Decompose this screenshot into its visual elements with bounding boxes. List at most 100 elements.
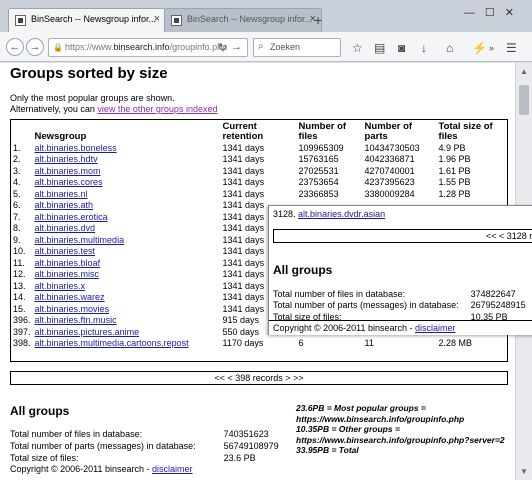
- newsgroup-link-td: alt.binaries.erotica: [33, 211, 221, 223]
- parts-cell: 4237395623: [364, 177, 415, 188]
- files-cell-td: 109965309: [297, 142, 363, 154]
- formula-line: 10.35PB = Other groups =: [296, 424, 400, 434]
- overflow-chevron-icon[interactable]: »: [489, 43, 494, 53]
- newsgroup-link[interactable]: alt.binaries.hdtv: [35, 154, 98, 164]
- newsgroup-link[interactable]: alt.binaries.cores: [35, 177, 103, 187]
- retention-cell: 1341 days: [222, 269, 265, 280]
- col-parts: Number of parts: [364, 121, 413, 142]
- reload-icon[interactable]: ↻: [218, 41, 227, 54]
- newsgroup-link-td: alt.binaries.pictures.anime: [33, 326, 221, 338]
- menu-icon[interactable]: ☰: [506, 41, 517, 55]
- size-cell: 1.55 PB: [438, 177, 471, 188]
- newsgroup-link-td: alt.binaries.misc: [33, 269, 221, 281]
- close-tab-icon[interactable]: ×: [154, 13, 160, 25]
- intro-text: Only the most popular groups are shown. …: [10, 93, 217, 115]
- newsgroup-link[interactable]: alt.binaries.multimedia: [35, 235, 125, 245]
- files-cell: 6: [298, 338, 304, 349]
- tab-active[interactable]: BinSearch -- Newsgroup infor... ×: [8, 8, 166, 32]
- row-number-td: 11.: [11, 257, 33, 269]
- binsearch-favicon-icon: [171, 15, 182, 26]
- newsgroup-link[interactable]: alt.binaries.dvdr.asian: [298, 209, 385, 219]
- row-number: 12.: [13, 269, 26, 280]
- newsgroup-link[interactable]: alt.binaries.x: [35, 281, 86, 291]
- size-cell: 4.9 PB: [438, 142, 466, 153]
- newsgroup-link[interactable]: alt.binaries.ath: [35, 200, 94, 210]
- window-controls-icon[interactable]: —☐✕: [464, 6, 524, 19]
- parts-cell-td: 10434730503: [363, 142, 437, 154]
- retention-cell: 915 days: [222, 315, 260, 326]
- tab-inactive[interactable]: BinSearch -- Newsgroup infor... ×: [164, 8, 322, 32]
- scrollbar-thumb[interactable]: [519, 85, 529, 115]
- disclaimer-link[interactable]: disclaimer: [415, 323, 456, 333]
- newsgroup-link[interactable]: alt.binaries.warez: [35, 292, 105, 302]
- back-button[interactable]: ←: [6, 38, 24, 56]
- forward-button[interactable]: →: [26, 38, 44, 56]
- overlay-table-row: 3128. alt.binaries.dvdr.asian: [273, 209, 385, 219]
- pocket-icon[interactable]: ◙: [398, 41, 405, 55]
- search-input[interactable]: ⌕ Zoeken: [253, 38, 341, 57]
- retention-cell: 1341 days: [222, 165, 265, 176]
- row-number: 3.: [13, 165, 21, 176]
- row-number: 396.: [13, 315, 31, 326]
- files-cell-td: 23753654: [297, 177, 363, 189]
- files-cell: 109965309: [298, 142, 344, 153]
- newsgroup-link[interactable]: alt.binaries.nl: [35, 189, 88, 199]
- overlay-copyright: Copyright © 2006-2011 binsearch - discla…: [273, 323, 456, 333]
- other-groups-link[interactable]: view the other groups indexed: [97, 104, 217, 114]
- newsgroup-link-td: alt.binaries.mom: [33, 165, 221, 177]
- newsgroup-link[interactable]: alt.binaries.boneless: [35, 143, 117, 153]
- newsgroup-link[interactable]: alt.binaries.bloaf: [35, 258, 101, 268]
- newsgroup-link[interactable]: alt.binaries.test: [35, 246, 96, 256]
- row-number-td: 5.: [11, 188, 33, 200]
- newsgroup-link[interactable]: alt.binaries.ftn.music: [35, 315, 117, 325]
- stat-label: Total number of files in database:: [10, 429, 143, 439]
- home-icon[interactable]: ⌂: [446, 41, 453, 55]
- download-icon[interactable]: ↓: [421, 41, 427, 55]
- reading-list-icon[interactable]: ▤: [374, 41, 385, 55]
- new-tab-icon[interactable]: +: [314, 12, 322, 28]
- row-number: 4.: [13, 177, 21, 188]
- extension-icon[interactable]: ⚡: [472, 41, 487, 55]
- newsgroup-link[interactable]: alt.binaries.dvd: [35, 223, 96, 233]
- stat-value: 56749108979: [223, 441, 279, 451]
- scroll-down-icon[interactable]: ▼: [520, 467, 528, 476]
- navigation-bar: ← → 🔒 https://www.binsearch.info/groupin…: [0, 32, 532, 62]
- size-cell: 1.96 PB: [438, 154, 471, 165]
- col-size: Total size of files: [438, 121, 493, 142]
- newsgroup-link[interactable]: alt.binaries.misc: [35, 269, 100, 279]
- retention-cell: 1170 days: [222, 338, 264, 349]
- newsgroup-link[interactable]: alt.binaries.mom: [35, 166, 101, 176]
- retention-cell: 1341 days: [222, 154, 265, 165]
- newsgroup-link-td: alt.binaries.test: [33, 246, 221, 258]
- tab-label: BinSearch -- Newsgroup infor...: [187, 14, 313, 24]
- go-arrow-icon[interactable]: →: [231, 41, 242, 53]
- address-bar[interactable]: 🔒 https://www.binsearch.info/groupinfo.p…: [48, 38, 248, 57]
- bookmark-star-icon[interactable]: ☆: [352, 41, 363, 55]
- newsgroup-link-td: alt.binaries.multimedia.cartoons.repost: [33, 338, 221, 350]
- row-number-td: 9.: [11, 234, 33, 246]
- row-number: 13.: [13, 280, 26, 291]
- overlay-pagination[interactable]: << < 3128 rec: [273, 229, 532, 243]
- overlay-divider: [269, 320, 532, 321]
- retention-cell: 1341 days: [222, 200, 265, 211]
- pagination[interactable]: << < 398 records > >>: [10, 371, 508, 385]
- retention-cell-td: 1341 days: [221, 154, 297, 166]
- copyright-text: Copyright © 2006-2011 binsearch -: [273, 323, 416, 333]
- disclaimer-link[interactable]: disclaimer: [152, 464, 193, 474]
- newsgroup-link-td: alt.binaries.multimedia: [33, 234, 221, 246]
- scroll-up-icon[interactable]: ▲: [520, 67, 528, 76]
- newsgroup-link[interactable]: alt.binaries.pictures.anime: [35, 327, 140, 337]
- newsgroup-link[interactable]: alt.binaries.erotica: [35, 212, 108, 222]
- parts-cell-td: 11: [363, 338, 437, 350]
- files-cell-td: 15763165: [297, 154, 363, 166]
- overlay-all-groups-heading: All groups: [273, 263, 333, 277]
- binsearch-favicon-icon: [15, 15, 26, 26]
- row-number: 14.: [13, 292, 26, 303]
- parts-cell: 3380009284: [364, 188, 415, 199]
- retention-cell: 1341 days: [222, 292, 265, 303]
- parts-cell: 11: [364, 338, 374, 349]
- retention-cell-td: 1341 days: [221, 165, 297, 177]
- formula-line: 23.6PB = Most popular groups =: [296, 403, 426, 413]
- newsgroup-link[interactable]: alt.binaries.multimedia.cartoons.repost: [35, 338, 189, 348]
- newsgroup-link[interactable]: alt.binaries.movies: [35, 304, 110, 314]
